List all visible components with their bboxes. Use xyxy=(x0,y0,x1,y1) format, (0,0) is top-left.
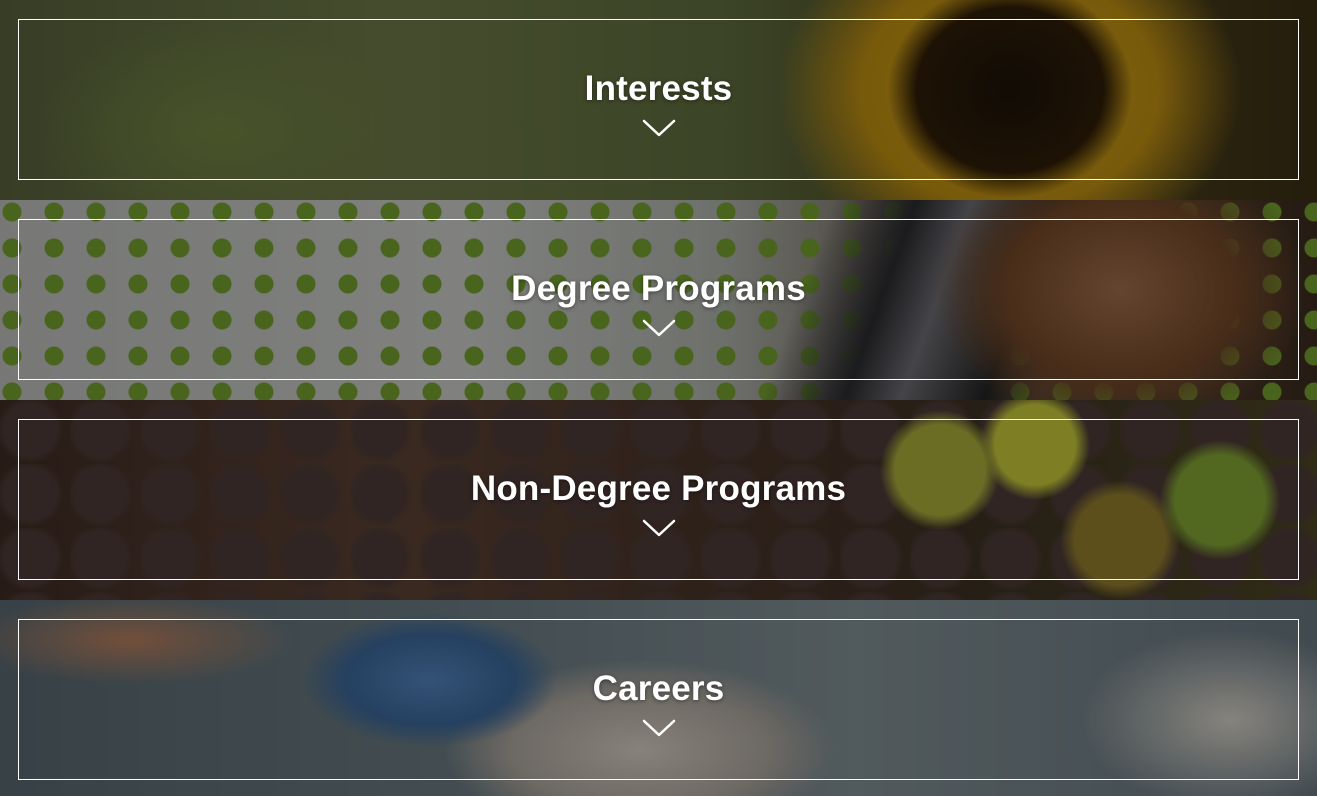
panel-interests[interactable]: Interests xyxy=(0,0,1317,200)
careers-toggle-button[interactable]: Careers xyxy=(18,619,1299,780)
non-degree-programs-toggle-button[interactable]: Non-Degree Programs xyxy=(18,419,1299,580)
careers-title: Careers xyxy=(592,668,725,708)
interests-toggle-button[interactable]: Interests xyxy=(18,19,1299,180)
program-category-panels: Interests Degree Programs Non-Degree Pro… xyxy=(0,0,1317,796)
chevron-down-icon[interactable] xyxy=(642,319,676,337)
chevron-down-icon[interactable] xyxy=(642,719,676,737)
panel-degree-programs[interactable]: Degree Programs xyxy=(0,200,1317,400)
interests-title: Interests xyxy=(584,68,733,108)
chevron-down-icon[interactable] xyxy=(642,119,676,137)
panel-non-degree-programs[interactable]: Non-Degree Programs xyxy=(0,400,1317,600)
chevron-down-icon[interactable] xyxy=(642,519,676,537)
non-degree-programs-title: Non-Degree Programs xyxy=(470,468,847,508)
degree-programs-toggle-button[interactable]: Degree Programs xyxy=(18,219,1299,380)
degree-programs-title: Degree Programs xyxy=(511,268,806,308)
panel-careers[interactable]: Careers xyxy=(0,600,1317,796)
